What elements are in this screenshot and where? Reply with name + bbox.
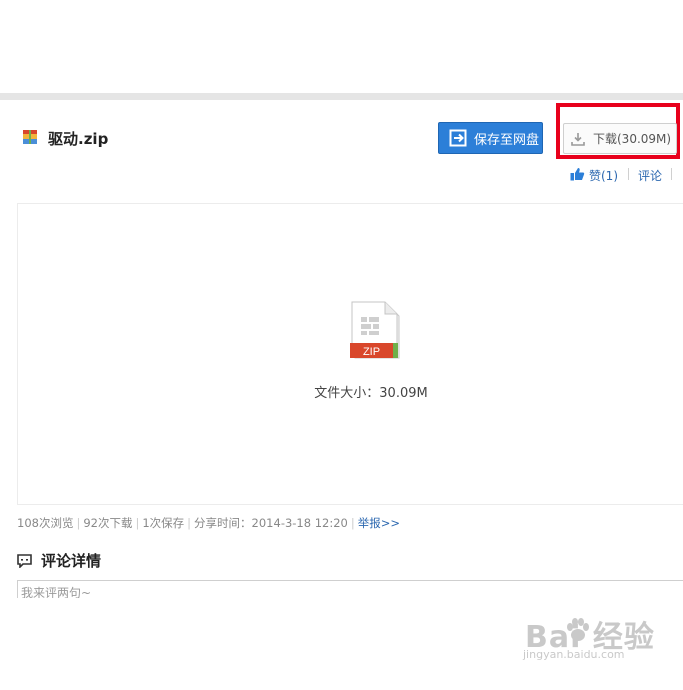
zip-file-icon xyxy=(23,130,37,144)
file-preview-panel: ZIP 文件大小：30.09M xyxy=(17,203,683,505)
like-link[interactable]: 赞(1) xyxy=(589,167,618,184)
save-to-netdisk-icon xyxy=(449,129,467,147)
action-divider xyxy=(628,168,629,180)
share-time: 分享时间：2014-3-18 12:20 xyxy=(194,516,348,530)
watermark-url: jingyan.baidu.com xyxy=(523,648,625,661)
download-count: 92次下载 xyxy=(83,516,133,530)
file-size-text: 文件大小：30.09M xyxy=(314,386,428,401)
file-stats: 108次浏览 | 92次下载 | 1次保存 | 分享时间：2014-3-18 12:20 | 举… xyxy=(17,516,401,530)
baidu-jingyan-watermark: Bai 经验 jingyan.baidu.com xyxy=(523,612,655,661)
comment-link[interactable]: 评论 xyxy=(638,167,662,184)
header-divider xyxy=(0,93,683,100)
save-count: 1次保存 xyxy=(142,516,185,530)
comments-heading: 评论详情 xyxy=(17,550,101,571)
file-name: 驱动.zip xyxy=(48,130,109,148)
save-to-netdisk-button[interactable]: 保存至网盘 xyxy=(438,122,543,154)
comment-bubble-icon xyxy=(17,553,32,568)
zip-badge-text: ZIP xyxy=(363,346,380,358)
save-button-label: 保存至网盘 xyxy=(474,132,540,148)
thumbs-up-icon xyxy=(570,168,585,181)
view-count: 108次浏览 xyxy=(17,516,74,530)
comment-input[interactable]: 我来评两句~ xyxy=(17,580,683,598)
report-link[interactable]: 举报>> xyxy=(358,516,400,530)
action-divider xyxy=(671,168,672,180)
comments-title-text: 评论详情 xyxy=(41,552,102,570)
download-button-label: 下载(30.09M) xyxy=(593,132,672,146)
download-button[interactable]: 下载(30.09M) xyxy=(563,123,677,154)
download-icon xyxy=(571,132,585,146)
paw-icon xyxy=(567,618,589,641)
zip-document-icon: ZIP xyxy=(350,301,400,359)
